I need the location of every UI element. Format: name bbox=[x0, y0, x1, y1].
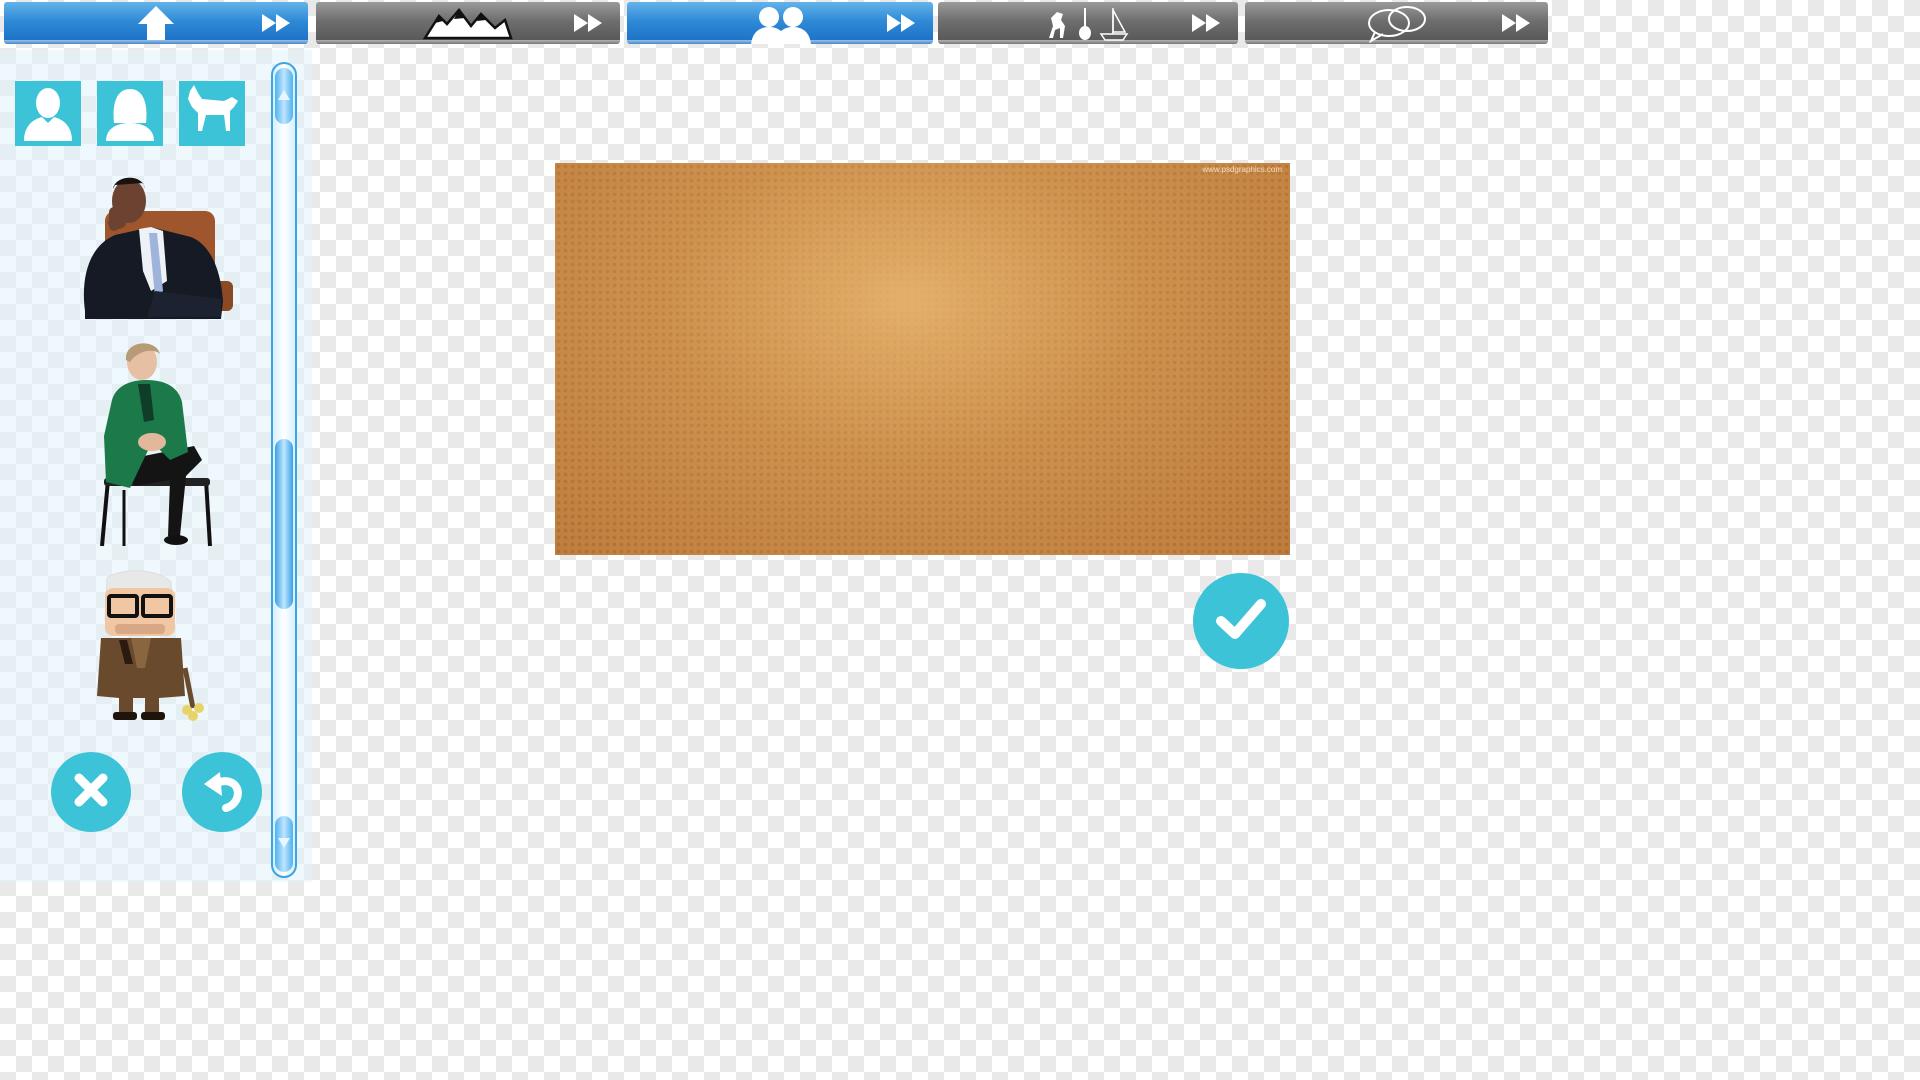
scroll-thumb[interactable] bbox=[275, 439, 293, 609]
undo-button[interactable] bbox=[182, 752, 262, 832]
sticker-person-suit[interactable] bbox=[66, 170, 242, 320]
fast-forward-icon bbox=[260, 12, 294, 34]
tab-people[interactable] bbox=[627, 2, 933, 44]
man-icon bbox=[20, 83, 76, 146]
sidebar-scrollbar[interactable] bbox=[271, 62, 297, 878]
delete-button[interactable] bbox=[51, 752, 131, 832]
category-dog-button[interactable] bbox=[179, 81, 245, 146]
cartoon-old-man-image bbox=[97, 570, 204, 721]
sticker-person-green-jacket[interactable] bbox=[66, 338, 242, 548]
fast-forward-icon bbox=[1190, 12, 1224, 34]
canvas-watermark: www.psdgraphics.com bbox=[1202, 165, 1282, 174]
composition-canvas[interactable]: www.psdgraphics.com bbox=[555, 163, 1290, 555]
mountains-icon bbox=[423, 6, 513, 40]
tab-landscapes[interactable] bbox=[316, 2, 620, 44]
fast-forward-icon bbox=[1500, 12, 1534, 34]
fast-forward-icon bbox=[885, 12, 919, 34]
chevron-down-icon bbox=[278, 835, 290, 853]
tab-speech[interactable] bbox=[1245, 2, 1548, 44]
checkmark-icon bbox=[1215, 597, 1267, 646]
sticker-cartoon-old-man[interactable] bbox=[66, 566, 242, 724]
category-woman-button[interactable] bbox=[97, 81, 163, 146]
tab-objects[interactable] bbox=[938, 2, 1238, 44]
person-seated-green-jacket-image bbox=[100, 343, 212, 546]
person-seated-suit-image bbox=[83, 177, 233, 319]
category-man-button[interactable] bbox=[15, 81, 81, 146]
home-icon bbox=[136, 4, 176, 42]
tab-bar bbox=[0, 0, 1568, 48]
objects-icon bbox=[1043, 4, 1133, 42]
confirm-button[interactable] bbox=[1193, 573, 1289, 669]
scroll-up-button[interactable] bbox=[275, 68, 293, 124]
undo-icon bbox=[200, 768, 244, 817]
speech-bubbles-icon bbox=[1365, 3, 1429, 43]
woman-icon bbox=[102, 83, 158, 146]
people-icon bbox=[745, 5, 815, 44]
dog-icon bbox=[182, 81, 242, 142]
close-icon bbox=[71, 770, 111, 815]
fast-forward-icon bbox=[572, 12, 606, 34]
tab-home[interactable] bbox=[4, 2, 308, 44]
chevron-up-icon bbox=[278, 87, 290, 105]
scroll-down-button[interactable] bbox=[275, 816, 293, 872]
